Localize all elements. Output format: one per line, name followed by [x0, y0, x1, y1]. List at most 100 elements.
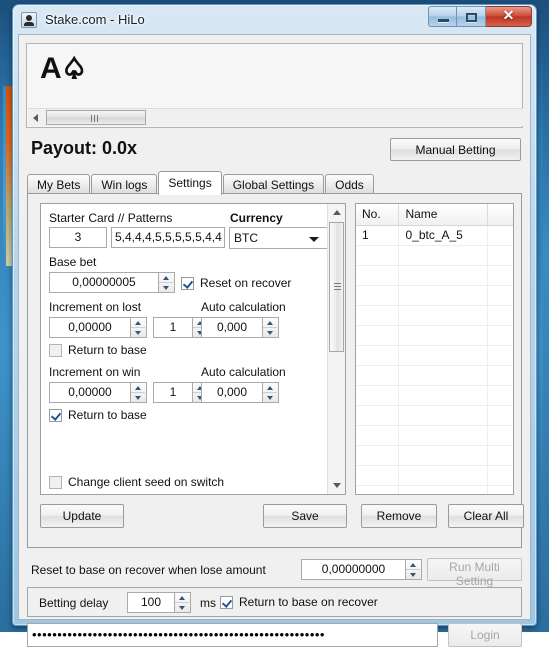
stepper-up-icon[interactable] — [263, 318, 277, 328]
stepper-up-icon[interactable] — [159, 273, 173, 283]
stepper-up-icon[interactable] — [131, 318, 145, 328]
change-client-seed-checkbox[interactable]: Change client seed on switch — [49, 475, 224, 489]
stepper-up-icon[interactable] — [131, 383, 145, 393]
close-button[interactable]: ✕ — [486, 6, 532, 27]
tab-odds[interactable]: Odds — [325, 174, 374, 194]
vertical-scroll-thumb[interactable] — [329, 222, 344, 352]
increment-on-win-amount-input[interactable]: 0,00000 — [49, 382, 131, 403]
login-button[interactable]: Login — [448, 623, 522, 647]
minimize-button[interactable] — [428, 6, 457, 27]
stepper-down-icon[interactable] — [175, 603, 189, 612]
table-row-empty[interactable] — [356, 406, 513, 426]
cell-no — [356, 306, 400, 325]
table-row[interactable]: 1 0_btc_A_5 — [356, 226, 513, 246]
saved-settings-list[interactable]: No. Name 1 0_btc_A_5 — [355, 203, 514, 495]
table-row-empty[interactable] — [356, 466, 513, 486]
stepper-down-icon[interactable] — [263, 393, 277, 402]
checkbox-icon — [181, 276, 194, 290]
tab-global-settings[interactable]: Global Settings — [222, 174, 325, 194]
stepper-up-icon[interactable] — [263, 383, 277, 393]
currency-select[interactable]: BTC — [229, 227, 328, 249]
cell-extra — [488, 426, 513, 445]
settings-vertical-scrollbar[interactable] — [327, 204, 345, 494]
increment-on-lost-multiplier-input[interactable]: 1 — [153, 317, 193, 338]
return-to-base-win-label: Return to base — [68, 408, 147, 422]
cell-name — [399, 326, 489, 345]
change-client-seed-label: Change client seed on switch — [68, 475, 225, 489]
table-row-empty[interactable] — [356, 446, 513, 466]
betting-delay-input[interactable]: 100 — [127, 592, 175, 613]
base-bet-stepper[interactable] — [159, 272, 175, 293]
login-row: ••••••••••••••••••••••••••••••••••••••••… — [27, 623, 522, 649]
horizontal-scroll-thumb[interactable] — [46, 110, 146, 125]
list-header: No. Name — [356, 204, 513, 226]
remove-button[interactable]: Remove — [361, 504, 437, 528]
table-row-empty[interactable] — [356, 306, 513, 326]
cell-no — [356, 406, 400, 425]
betting-delay-stepper[interactable] — [175, 592, 191, 613]
stepper-down-icon[interactable] — [406, 570, 420, 579]
auto-calculation-win-label: Auto calculation — [201, 365, 286, 379]
auto-calculation-lost-input[interactable]: 0,000 — [201, 317, 263, 338]
table-row-empty[interactable] — [356, 346, 513, 366]
stepper-down-icon[interactable] — [263, 328, 277, 337]
increment-on-lost-amount-input[interactable]: 0,00000 — [49, 317, 131, 338]
return-to-base-on-recover-label: Return to base on recover — [239, 595, 378, 609]
auto-calculation-lost-stepper[interactable] — [263, 317, 279, 338]
table-row-empty[interactable] — [356, 326, 513, 346]
maximize-button[interactable] — [457, 6, 486, 27]
return-to-base-on-recover-checkbox[interactable]: Return to base on recover — [220, 595, 378, 609]
reset-on-recover-checkbox[interactable]: Reset on recover — [181, 276, 291, 290]
stepper-down-icon[interactable] — [131, 393, 145, 402]
increment-on-win-amount-stepper[interactable] — [131, 382, 147, 403]
cell-extra — [488, 226, 513, 245]
tab-my-bets[interactable]: My Bets — [27, 174, 91, 194]
title-bar[interactable]: Stake.com - HiLo ✕ — [13, 5, 536, 34]
increment-on-win-multiplier-input[interactable]: 1 — [153, 382, 193, 403]
card-suit-spade-icon: ♤ — [61, 53, 87, 84]
tab-settings[interactable]: Settings — [158, 171, 222, 195]
table-row-empty[interactable] — [356, 266, 513, 286]
stepper-down-icon[interactable] — [131, 328, 145, 337]
return-to-base-lost-checkbox[interactable]: Return to base — [49, 343, 147, 357]
auto-calculation-win-input[interactable]: 0,000 — [201, 382, 263, 403]
clear-all-button[interactable]: Clear All — [448, 504, 524, 528]
column-header-no[interactable]: No. — [356, 204, 400, 225]
starter-card-input[interactable]: 3 — [49, 227, 107, 248]
table-row-empty[interactable] — [356, 426, 513, 446]
run-multi-setting-button[interactable]: Run Multi Setting — [427, 558, 522, 588]
scroll-left-arrow-icon[interactable] — [28, 109, 45, 126]
table-row-empty[interactable] — [356, 246, 513, 266]
patterns-input[interactable]: 5,4,4,4,5,5,5,5,5,4,4 — [111, 227, 225, 248]
table-row-empty[interactable] — [356, 366, 513, 386]
increment-on-lost-amount-stepper[interactable] — [131, 317, 147, 338]
save-button[interactable]: Save — [263, 504, 347, 528]
stepper-up-icon[interactable] — [175, 593, 189, 603]
column-header-name[interactable]: Name — [399, 204, 489, 225]
stepper-down-icon[interactable] — [159, 283, 173, 292]
close-icon: ✕ — [502, 9, 515, 24]
scroll-down-arrow-icon[interactable] — [328, 477, 345, 494]
card-horizontal-scrollbar[interactable] — [28, 108, 523, 126]
cell-extra — [488, 346, 513, 365]
cell-name — [399, 266, 489, 285]
update-button[interactable]: Update — [40, 504, 124, 528]
cell-name — [399, 246, 489, 265]
table-row-empty[interactable] — [356, 386, 513, 406]
scroll-up-arrow-icon[interactable] — [328, 204, 345, 221]
reset-lose-amount-stepper[interactable] — [406, 559, 422, 580]
auto-calculation-win-stepper[interactable] — [263, 382, 279, 403]
cell-no — [356, 446, 400, 465]
tab-win-logs[interactable]: Win logs — [91, 174, 158, 194]
table-row-empty[interactable] — [356, 486, 513, 494]
column-header-extra[interactable] — [488, 204, 513, 225]
cell-no — [356, 386, 400, 405]
table-row-empty[interactable] — [356, 286, 513, 306]
return-to-base-win-checkbox[interactable]: Return to base — [49, 408, 147, 422]
card-display-panel: A ♤ — [26, 43, 523, 128]
reset-lose-amount-input[interactable]: 0,00000000 — [301, 559, 406, 580]
password-input[interactable]: ••••••••••••••••••••••••••••••••••••••••… — [27, 623, 438, 647]
stepper-up-icon[interactable] — [406, 560, 420, 570]
manual-betting-button[interactable]: Manual Betting — [390, 138, 521, 161]
base-bet-input[interactable]: 0,00000005 — [49, 272, 159, 293]
